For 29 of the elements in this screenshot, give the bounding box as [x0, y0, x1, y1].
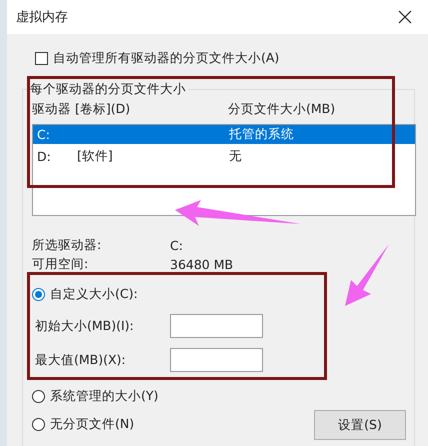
radio-button[interactable] [32, 418, 45, 430]
field-label: 初始大小(MB)(I): [34, 318, 135, 334]
paging-size: 无 [229, 148, 242, 165]
group-title: 每个驱动器的分页文件大小 [29, 81, 187, 98]
set-button[interactable]: 设置(S) [314, 410, 406, 440]
info-value: 36480 MB [170, 257, 234, 272]
drive-row[interactable]: C: 托管的系统 [33, 125, 415, 144]
drive-row[interactable]: D: [软件] 无 [33, 147, 415, 166]
column-header: 分页文件大小(MB) [228, 101, 336, 118]
info-label: 所选驱动器: [32, 237, 102, 254]
radio-label: 自定义大小(C): [50, 286, 138, 302]
radio-label: 系统管理的大小(Y) [50, 388, 158, 404]
input-field[interactable] [170, 348, 263, 372]
field-label: 最大值(MB)(X): [34, 352, 127, 368]
checkbox[interactable] [35, 52, 48, 65]
checkbox-label: 自动管理所有驱动器的分页文件大小(A) [53, 50, 280, 67]
drive-letter: C: [37, 127, 51, 142]
drive-label: [软件] [77, 148, 113, 163]
drive-letter: D: [37, 149, 52, 164]
close-icon[interactable] [398, 10, 412, 24]
column-header: 驱动器 [卷标](D) [32, 101, 132, 118]
window-title: 虚拟内存 [16, 9, 68, 26]
info-value: C: [170, 238, 183, 253]
paging-size: 托管的系统 [229, 126, 294, 143]
radio-button[interactable] [32, 288, 45, 300]
radio-button[interactable] [32, 390, 45, 402]
radio-label: 无分页文件(N) [50, 416, 134, 432]
input-field[interactable] [170, 314, 263, 338]
info-label: 可用空间: [32, 256, 90, 273]
